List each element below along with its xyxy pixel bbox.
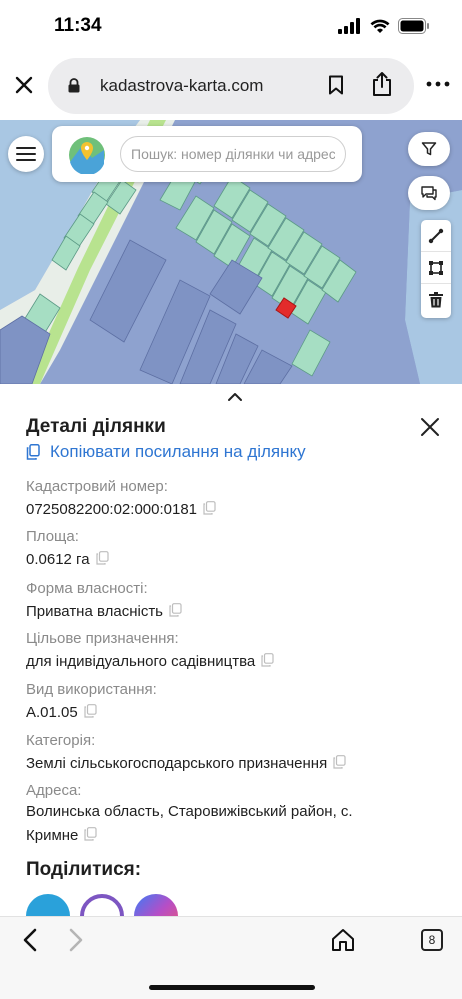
- copy-link-label: Копіювати посилання на ділянку: [50, 442, 306, 461]
- url-text: kadastrova-karta.com: [100, 76, 264, 95]
- telegram-icon[interactable]: [26, 894, 70, 916]
- area-label: Площа:: [26, 528, 79, 545]
- line-tool-icon: [428, 228, 444, 243]
- share-buttons: [26, 894, 178, 916]
- category-row: Землі сільськогосподарського призначення: [26, 752, 346, 777]
- usage-label: Вид використання:: [26, 681, 157, 698]
- map-menu-button[interactable]: [8, 136, 44, 172]
- status-time: 11:34: [54, 15, 102, 36]
- lock-icon: [68, 78, 80, 93]
- delete-drawing-button[interactable]: [421, 284, 451, 316]
- close-details-button[interactable]: [417, 414, 443, 440]
- polygon-tool-icon: [429, 260, 443, 275]
- close-icon: [15, 76, 33, 94]
- cadastral-number-label: Кадастровий номер:: [26, 478, 168, 495]
- signal-icon: [338, 18, 360, 34]
- copy-icon[interactable]: [333, 753, 346, 777]
- hamburger-icon: [16, 147, 36, 161]
- share-title: Поділитися:: [26, 859, 142, 880]
- chat-icon: [421, 186, 437, 201]
- feedback-button[interactable]: [408, 176, 450, 210]
- cadastral-number-value: 0725082200:02:000:0181: [26, 501, 198, 518]
- chevron-up-icon[interactable]: [227, 392, 243, 402]
- measure-area-button[interactable]: [421, 252, 451, 284]
- ownership-row: Приватна власність: [26, 600, 182, 625]
- drawing-tools: [421, 220, 451, 318]
- copy-icon[interactable]: [261, 651, 274, 675]
- parcel-details-panel: Деталі ділянки Копіювати посилання на ді…: [0, 384, 462, 916]
- bookmark-icon[interactable]: [328, 75, 344, 95]
- category-label: Категорія:: [26, 732, 96, 749]
- url-bar[interactable]: kadastrova-karta.com: [48, 58, 414, 114]
- status-icons: [338, 18, 430, 34]
- copy-icon[interactable]: [95, 549, 109, 573]
- cadastral-map[interactable]: [0, 120, 462, 384]
- copy-icon[interactable]: [203, 499, 216, 523]
- address-line2: Кримне: [26, 827, 79, 844]
- wifi-icon: [370, 19, 390, 33]
- category-value: Землі сільськогосподарського призначення: [26, 755, 328, 772]
- area-value: 0.0612 га: [26, 551, 90, 568]
- address-line2-row: Кримне: [26, 824, 98, 849]
- back-icon[interactable]: [20, 927, 40, 953]
- browser-address-bar: kadastrova-karta.com: [0, 54, 462, 120]
- details-title: Деталі ділянки: [26, 416, 166, 437]
- tabs-button[interactable]: 8: [421, 929, 443, 951]
- home-indicator: [149, 985, 315, 990]
- status-bar: 11:34: [0, 0, 462, 54]
- map-search-card: [52, 126, 362, 182]
- address-label: Адреса:: [26, 782, 82, 799]
- purpose-value: для індивідуального садівництва: [26, 653, 256, 670]
- browser-toolbar: 8: [0, 916, 462, 999]
- share-icon[interactable]: [371, 71, 393, 97]
- viber-icon[interactable]: [80, 894, 124, 916]
- copy-icon[interactable]: [169, 601, 182, 625]
- ownership-label: Форма власності:: [26, 580, 148, 597]
- search-input[interactable]: [120, 136, 346, 172]
- copy-icon: [26, 444, 40, 460]
- ownership-value: Приватна власність: [26, 603, 163, 620]
- close-tab-button[interactable]: [10, 68, 38, 102]
- copy-link-button[interactable]: Копіювати посилання на ділянку: [26, 442, 306, 462]
- map-logo-icon: [69, 137, 105, 174]
- cadastral-number-row: 0725082200:02:000:0181: [26, 498, 216, 523]
- filter-icon: [421, 142, 437, 156]
- filter-button[interactable]: [408, 132, 450, 166]
- forward-icon[interactable]: [66, 927, 86, 953]
- copy-icon[interactable]: [84, 825, 98, 849]
- purpose-row: для індивідуального садівництва: [26, 650, 274, 675]
- usage-row: A.01.05: [26, 701, 97, 726]
- messenger-icon[interactable]: [134, 894, 178, 916]
- trash-icon: [429, 292, 443, 308]
- copy-icon[interactable]: [84, 702, 97, 726]
- more-options-icon[interactable]: [424, 74, 452, 94]
- area-row: 0.0612 га: [26, 548, 109, 573]
- address-line1: Волинська область, Старовижівський район…: [26, 803, 353, 820]
- home-icon[interactable]: [330, 927, 356, 953]
- measure-line-button[interactable]: [421, 220, 451, 252]
- purpose-label: Цільове призначення:: [26, 630, 179, 647]
- battery-icon: [398, 18, 429, 34]
- usage-value: A.01.05: [26, 704, 78, 721]
